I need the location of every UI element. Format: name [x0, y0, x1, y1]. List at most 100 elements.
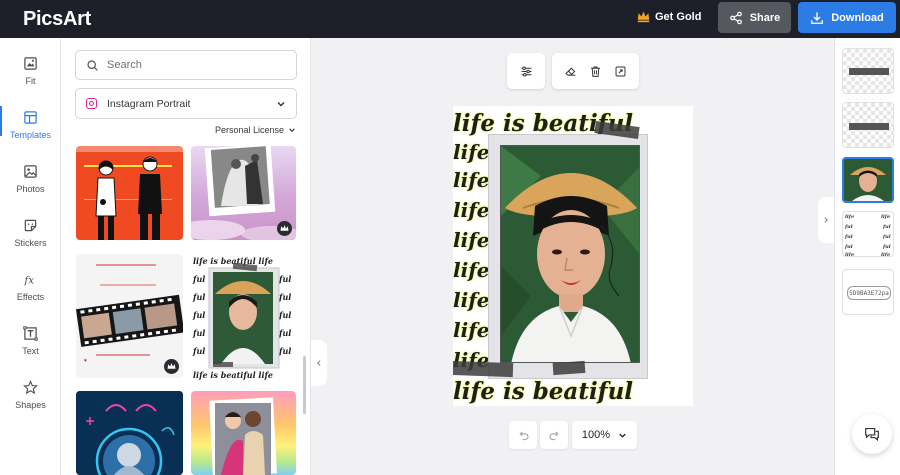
- portrait-photo[interactable]: [500, 145, 640, 363]
- svg-text:life: life: [845, 252, 854, 257]
- crop-button[interactable]: [610, 60, 632, 82]
- svg-text:ful: ful: [278, 346, 291, 356]
- tape-bottom-left: [453, 360, 514, 378]
- layer-script-text[interactable]: life life ful ful ful ful ful ful life life: [842, 211, 894, 257]
- template-thumbnail-selected[interactable]: life is beatiful life ful ful ful ful ful f…: [191, 254, 296, 383]
- layer-portrait[interactable]: [842, 157, 894, 203]
- search-input[interactable]: [107, 59, 277, 71]
- undo-button[interactable]: [509, 421, 537, 449]
- templates-icon: [24, 111, 37, 124]
- nav-label-fit: Fit: [25, 76, 36, 86]
- template-thumbnail[interactable]: [191, 146, 296, 240]
- life-is-beautiful-thumb-image: life is beatiful life ful ful ful ful ful f…: [192, 256, 291, 380]
- chevron-down-icon: [619, 433, 626, 438]
- chevron-left-icon: [317, 360, 321, 366]
- get-gold-label: Get Gold: [655, 10, 702, 23]
- shapes-icon: [23, 380, 38, 395]
- collapse-panel-handle[interactable]: [311, 340, 327, 386]
- svg-text:life: life: [881, 252, 890, 257]
- zoom-select[interactable]: 100%: [572, 421, 637, 449]
- svg-text:ful: ful: [192, 274, 205, 284]
- nav-item-fit[interactable]: Fit: [0, 56, 61, 102]
- nav-item-text[interactable]: Text: [0, 326, 61, 372]
- stickers-icon: [24, 219, 37, 232]
- nav-label-templates: Templates: [9, 130, 52, 140]
- fit-icon: [24, 57, 37, 70]
- nav-label-stickers: Stickers: [14, 238, 47, 248]
- nav-item-photos[interactable]: Photos: [0, 164, 61, 210]
- crop-icon: [615, 66, 626, 76]
- chevron-down-icon: [289, 128, 295, 132]
- share-label: Share: [749, 11, 781, 24]
- script-text-row: life is beatiful: [453, 378, 634, 405]
- svg-text:ful: ful: [192, 310, 205, 320]
- share-icon: [729, 11, 742, 24]
- premium-badge: [277, 221, 292, 236]
- undo-icon: [518, 430, 528, 440]
- template-thumbnail[interactable]: ♥: [76, 254, 183, 378]
- get-gold-button[interactable]: Get Gold: [637, 10, 701, 23]
- nav-item-stickers[interactable]: Stickers: [0, 218, 61, 264]
- chat-icon: [865, 428, 879, 442]
- panel-scrollbar[interactable]: [303, 356, 306, 414]
- svg-text:ful: ful: [278, 292, 291, 302]
- svg-text:life is beatiful life: life is beatiful life: [193, 370, 273, 380]
- adjust-toolbox: [507, 53, 545, 89]
- template-thumbnail[interactable]: [76, 146, 183, 240]
- portrait-layer-image: [844, 159, 892, 201]
- svg-text:life is beatiful life: life is beatiful life: [193, 256, 273, 266]
- layer-background[interactable]: 5D9BA3E72pa: [842, 269, 894, 315]
- trash-icon: [591, 66, 600, 77]
- delete-button[interactable]: [585, 60, 607, 82]
- redo-icon: [549, 430, 559, 440]
- portrait-image: [501, 146, 639, 362]
- format-select[interactable]: Instagram Portrait: [75, 88, 297, 119]
- license-label: Personal License: [215, 125, 285, 135]
- text-icon: [23, 326, 38, 341]
- redo-button[interactable]: [540, 421, 568, 449]
- nav-label-shapes: Shapes: [15, 400, 46, 410]
- chevron-down-icon: [277, 101, 285, 106]
- layer-tape-1[interactable]: [842, 48, 894, 94]
- chevron-right-icon: [824, 217, 828, 223]
- couple-illustration-image: [76, 146, 183, 240]
- template-thumbnail[interactable]: [76, 391, 183, 475]
- svg-text:ful: ful: [192, 346, 205, 356]
- design-canvas[interactable]: life is beatiful life is beatiful life i…: [453, 106, 693, 406]
- svg-text:ful: ful: [192, 292, 205, 302]
- tape-layer-image: [849, 123, 889, 130]
- script-layer-image: life life ful ful ful ful ful ful life life: [844, 214, 891, 257]
- svg-text:ful: ful: [844, 244, 853, 250]
- search-box[interactable]: [75, 50, 297, 80]
- svg-text:ful: ful: [844, 224, 853, 230]
- layer-tape-2[interactable]: [842, 102, 894, 148]
- nav-item-shapes[interactable]: Shapes: [0, 380, 61, 426]
- layer-hex-label: 5D9BA3E72pa: [847, 286, 891, 300]
- templates-panel: Instagram Portrait Personal License: [61, 38, 311, 475]
- nav-label-text: Text: [22, 346, 39, 356]
- erase-button[interactable]: [560, 60, 582, 82]
- download-button[interactable]: Download: [798, 2, 896, 33]
- premium-badge: [164, 359, 179, 374]
- layers-panel: life life ful ful ful ful ful ful life life 5…: [834, 38, 900, 475]
- collapse-layers-handle[interactable]: [818, 197, 834, 243]
- top-bar: PicsArt Get Gold Share Download: [0, 0, 900, 38]
- adjust-button[interactable]: [515, 60, 537, 82]
- nav-item-effects[interactable]: fx Effects: [0, 272, 61, 318]
- tape-layer-image: [849, 68, 889, 75]
- photos-icon: [24, 165, 37, 178]
- zoom-label: 100%: [581, 429, 611, 441]
- chat-support-button[interactable]: [852, 414, 892, 454]
- svg-text:ful: ful: [278, 328, 291, 338]
- nav-item-templates[interactable]: Templates: [0, 106, 61, 156]
- instagram-icon: [86, 98, 97, 109]
- sliders-icon: [521, 65, 531, 77]
- download-icon: [811, 11, 824, 24]
- template-thumbnail[interactable]: [191, 391, 296, 475]
- photo-frame[interactable]: [488, 134, 648, 379]
- share-button[interactable]: Share: [718, 2, 791, 33]
- format-label: Instagram Portrait: [107, 97, 191, 110]
- license-dropdown[interactable]: Personal License: [215, 125, 296, 135]
- picsart-logo[interactable]: PicsArt: [23, 8, 91, 31]
- crown-icon: [280, 225, 289, 231]
